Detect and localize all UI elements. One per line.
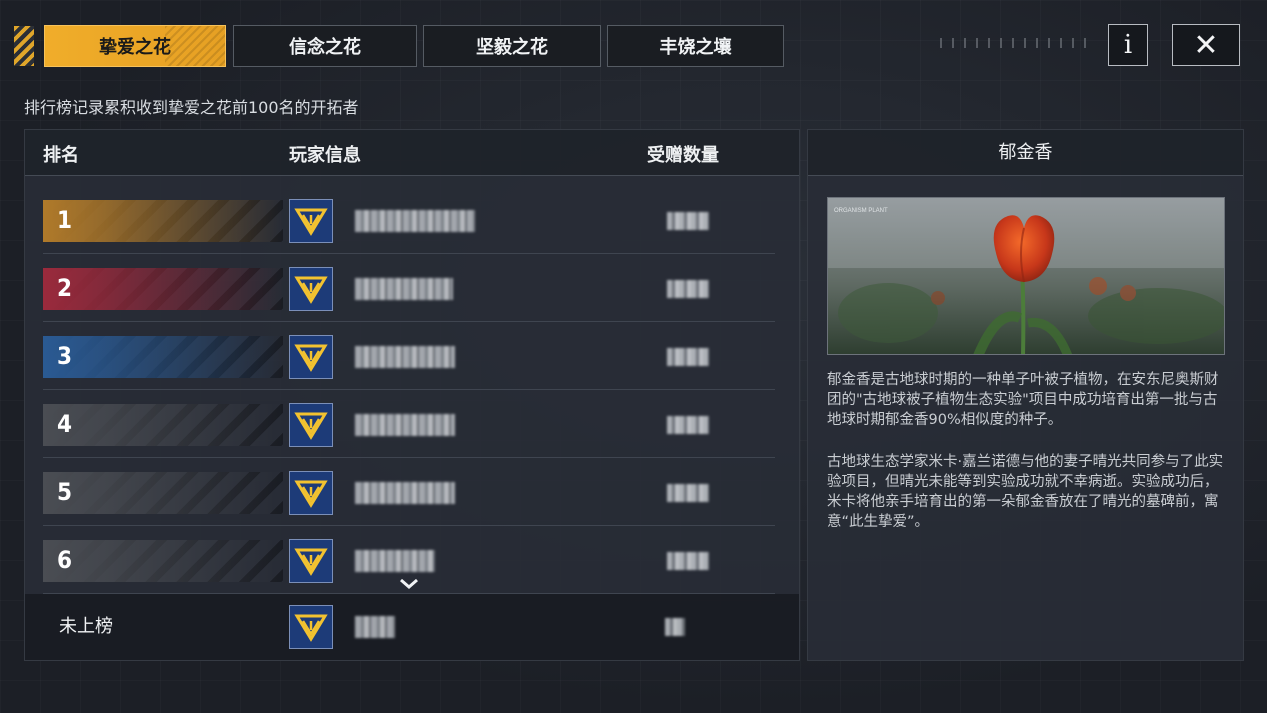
tab-faith-flower[interactable]: 信念之花 <box>233 25 417 67</box>
hazard-stripe-decoration <box>14 26 34 66</box>
rank-number: 3 <box>57 342 73 370</box>
tab-label: 信念之花 <box>289 37 361 58</box>
table-row[interactable]: 4 <box>43 392 775 458</box>
tab-label: 挚爱之花 <box>99 37 171 58</box>
rank-column-header: 排名 <box>43 145 79 166</box>
avatar[interactable] <box>289 267 333 311</box>
gift-count-hidden <box>667 212 709 230</box>
unranked-label: 未上榜 <box>59 616 113 637</box>
gift-count-hidden <box>667 552 709 570</box>
rank-number: 4 <box>57 410 73 438</box>
player-name-hidden <box>355 616 395 638</box>
rank-number: 2 <box>57 274 73 302</box>
gift-count-hidden <box>667 484 709 502</box>
rank-number: 6 <box>57 546 73 574</box>
flower-detail-panel: 郁金香 ORGANISM PLANT 郁金香是古地球时期的一种单子叶被子植物，在… <box>807 129 1244 661</box>
leaderboard-panel: 排名 玩家信息 受赠数量 1 2 3 4 5 6 未上榜 <box>24 129 800 661</box>
rank-badge: 5 <box>43 472 283 514</box>
leaderboard-header: 排名 玩家信息 受赠数量 <box>25 130 799 176</box>
diamond-emblem-icon <box>294 548 328 576</box>
player-name-hidden <box>355 550 435 572</box>
tulip-image: ORGANISM PLANT <box>827 197 1225 355</box>
close-button[interactable]: ✕ <box>1172 24 1240 66</box>
player-name-hidden <box>355 346 455 368</box>
rank-badge: 4 <box>43 404 283 446</box>
rank-badge: 2 <box>43 268 283 310</box>
top-bar: 挚爱之花 信念之花 坚毅之花 丰饶之壤 i ✕ <box>0 0 1267 70</box>
count-column-header: 受赠数量 <box>647 145 719 166</box>
avatar[interactable] <box>289 539 333 583</box>
avatar[interactable] <box>289 199 333 243</box>
player-name-hidden <box>355 210 475 232</box>
diamond-emblem-icon <box>294 480 328 508</box>
diamond-emblem-icon <box>294 276 328 304</box>
chevron-down-icon[interactable] <box>397 576 421 592</box>
player-name-hidden <box>355 482 455 504</box>
diamond-emblem-icon <box>294 208 328 236</box>
leaderboard-subtitle: 排行榜记录累积收到挚爱之花前100名的开拓者 <box>24 98 359 117</box>
rank-badge: 3 <box>43 336 283 378</box>
flower-description-2: 古地球生态学家米卡·嘉兰诺德与他的妻子晴光共同参与了此实验项目，但晴光未能等到实… <box>827 454 1224 530</box>
player-column-header: 玩家信息 <box>289 145 361 166</box>
flower-title: 郁金香 <box>808 130 1243 176</box>
info-icon: i <box>1123 30 1133 60</box>
close-icon: ✕ <box>1193 27 1219 63</box>
diamond-emblem-icon <box>294 344 328 372</box>
gift-count-hidden <box>665 618 685 636</box>
table-row[interactable]: 1 <box>43 188 775 254</box>
diamond-emblem-icon <box>294 614 328 642</box>
table-row[interactable]: 5 <box>43 460 775 526</box>
gift-count-hidden <box>667 416 709 434</box>
player-name-hidden <box>355 278 453 300</box>
table-row[interactable]: 3 <box>43 324 775 390</box>
tab-label: 坚毅之花 <box>476 37 548 58</box>
avatar[interactable] <box>289 605 333 649</box>
avatar[interactable] <box>289 403 333 447</box>
avatar[interactable] <box>289 335 333 379</box>
tab-fertile-soil[interactable]: 丰饶之壤 <box>607 25 784 67</box>
flower-description-1: 郁金香是古地球时期的一种单子叶被子植物，在安东尼奥斯财团的"古地球被子植物生态实… <box>827 372 1219 428</box>
tab-beloved-flower[interactable]: 挚爱之花 <box>44 25 226 67</box>
rank-number: 1 <box>57 206 73 234</box>
rank-badge: 1 <box>43 200 283 242</box>
tab-resolve-flower[interactable]: 坚毅之花 <box>423 25 601 67</box>
avatar[interactable] <box>289 471 333 515</box>
gift-count-hidden <box>667 280 709 298</box>
unranked-row: 未上榜 <box>25 594 799 660</box>
gift-count-hidden <box>667 348 709 366</box>
rank-number: 5 <box>57 478 73 506</box>
tab-label: 丰饶之壤 <box>659 37 732 58</box>
player-name-hidden <box>355 414 455 436</box>
info-button[interactable]: i <box>1108 24 1148 66</box>
tick-decoration <box>940 38 1090 48</box>
diamond-emblem-icon <box>294 412 328 440</box>
rank-badge: 6 <box>43 540 283 582</box>
table-row[interactable]: 2 <box>43 256 775 322</box>
image-caption: ORGANISM PLANT <box>834 208 888 214</box>
